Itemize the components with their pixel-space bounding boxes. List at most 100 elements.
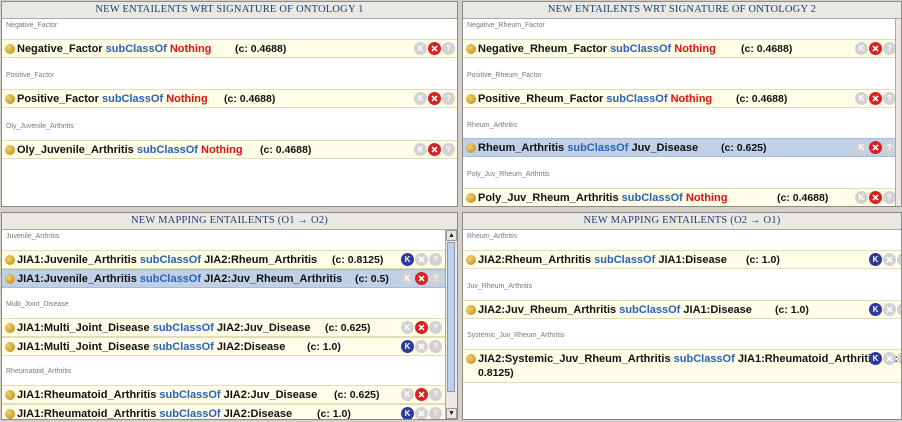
entailment-row[interactable]: JIA1:Rheumatoid_Arthritis subClassOf JIA… — [2, 385, 445, 404]
axiom-keyword: subClassOf — [152, 341, 214, 353]
help-icon[interactable]: ? — [429, 340, 442, 353]
axiom-text: JIA1:Juvenile_Arthritis subClassOf JIA2:… — [17, 254, 317, 266]
axiom-subject: JIA1:Juvenile_Arthritis — [17, 254, 137, 266]
reject-icon[interactable] — [415, 388, 428, 401]
help-icon[interactable]: ? — [897, 303, 901, 316]
vertical-scrollbar[interactable]: ▲ ▼ — [445, 230, 457, 419]
reject-icon[interactable] — [869, 92, 882, 105]
help-icon[interactable]: ? — [429, 388, 442, 401]
axiom-text: Poly_Juv_Rheum_Arthritis subClassOf Noth… — [478, 192, 727, 204]
entailment-row[interactable]: Positive_Factor subClassOf Nothing (c: 0.… — [2, 89, 457, 108]
keep-icon[interactable]: K — [401, 321, 414, 334]
section-label: Rheum_Arthritis — [467, 233, 518, 240]
axiom-text: JIA1:Rheumatoid_Arthritis subClassOf JIA… — [17, 408, 292, 419]
keep-icon[interactable]: K — [401, 388, 414, 401]
vertical-scrollbar[interactable] — [895, 19, 901, 206]
entailment-row[interactable]: Rheum_Arthritis subClassOf Juv_Disease (c… — [463, 138, 895, 157]
reject-icon[interactable] — [883, 253, 896, 266]
reject-icon[interactable] — [883, 352, 896, 365]
entailment-row[interactable]: Negative_Factor subClassOf Nothing (c: 0.… — [2, 39, 457, 58]
help-icon[interactable]: ? — [429, 272, 442, 285]
keep-icon[interactable]: K — [869, 352, 882, 365]
reject-icon[interactable] — [428, 92, 441, 105]
reject-icon[interactable] — [869, 141, 882, 154]
entailment-row[interactable]: JIA1:Multi_Joint_Disease subClassOf JIA2… — [2, 318, 445, 337]
mapping-o1-o2-panel: NEW MAPPING ENTAILENTS (O1 → O2) Juvenil… — [1, 212, 458, 420]
reject-icon[interactable] — [869, 191, 882, 204]
reject-icon[interactable] — [415, 321, 428, 334]
entailment-row[interactable]: JIA1:Rheumatoid_Arthritis subClassOf JIA… — [2, 404, 445, 419]
help-icon[interactable]: ? — [897, 253, 901, 266]
scroll-up-button[interactable]: ▲ — [446, 230, 457, 241]
axiom-keyword: subClassOf — [567, 142, 629, 154]
axiom-keyword: subClassOf — [105, 43, 167, 55]
help-icon[interactable]: ? — [442, 42, 455, 55]
entailment-row[interactable]: Poly_Juv_Rheum_Arthritis subClassOf Noth… — [463, 188, 895, 206]
confidence-value: (c: 0.625) — [325, 322, 371, 334]
keep-icon[interactable]: K — [414, 42, 427, 55]
reject-icon[interactable] — [415, 407, 428, 419]
keep-icon[interactable]: K — [869, 253, 882, 266]
entailment-row[interactable]: JIA2:Rheum_Arthritis subClassOf JIA1:Dis… — [463, 250, 901, 269]
axiom-text: JIA2:Rheum_Arthritis subClassOf JIA1:Dis… — [478, 254, 727, 266]
keep-icon[interactable]: K — [869, 303, 882, 316]
keep-icon[interactable]: K — [855, 92, 868, 105]
keep-icon[interactable]: K — [401, 340, 414, 353]
keep-icon[interactable]: K — [401, 253, 414, 266]
axiom-subject: JIA2:Rheum_Arthritis — [478, 254, 592, 266]
keep-icon[interactable]: K — [401, 407, 414, 419]
axiom-subject: Negative_Rheum_Factor — [478, 43, 607, 55]
axiom-subject: Rheum_Arthritis — [478, 142, 565, 154]
help-icon[interactable]: ? — [442, 92, 455, 105]
help-icon[interactable]: ? — [442, 143, 455, 156]
reject-icon[interactable] — [869, 42, 882, 55]
keep-icon[interactable]: K — [855, 191, 868, 204]
help-icon[interactable]: ? — [429, 407, 442, 419]
axiom-object: JIA2:Juv_Disease — [216, 322, 311, 334]
section-label: Oly_Juvenile_Arthritis — [6, 123, 74, 130]
axiom-object: JIA2:Disease — [223, 408, 293, 419]
axiom-keyword: subClassOf — [152, 322, 214, 334]
help-icon[interactable]: ? — [883, 191, 895, 204]
axiom-object: JIA2:Rheum_Arthritis — [204, 254, 318, 266]
axiom-object: JIA1:Disease — [683, 304, 752, 316]
help-icon[interactable]: ? — [883, 141, 895, 154]
section-label: Positive_Factor — [6, 72, 55, 79]
entailment-list: Rheum_Arthritis JIA2:Rheum_Arthritis sub… — [463, 230, 901, 419]
reject-icon[interactable] — [428, 143, 441, 156]
entailment-row[interactable]: JIA1:Juvenile_Arthritis subClassOf JIA2:… — [2, 250, 445, 269]
axiom-subject: JIA1:Multi_Joint_Disease — [17, 322, 150, 334]
axiom-keyword: subClassOf — [159, 389, 221, 401]
entailment-row[interactable]: Positive_Rheum_Factor subClassOf Nothing… — [463, 89, 895, 108]
keep-icon[interactable]: K — [414, 92, 427, 105]
reject-icon[interactable] — [415, 340, 428, 353]
entailment-row[interactable]: JIA1:Multi_Joint_Disease subClassOf JIA2… — [2, 337, 445, 356]
reject-icon[interactable] — [415, 272, 428, 285]
status-dot-icon — [5, 323, 15, 333]
axiom-keyword: subClassOf — [101, 93, 164, 105]
scroll-down-button[interactable]: ▼ — [446, 408, 457, 419]
confidence-value: (c: 0.4688) — [741, 43, 793, 55]
entailment-row[interactable]: JIA1:Juvenile_Arthritis subClassOf JIA2:… — [2, 269, 445, 288]
help-icon[interactable]: ? — [883, 92, 895, 105]
entailment-row[interactable]: JIA2:Systemic_Juv_Rheum_Arthritis subCla… — [463, 349, 901, 383]
axiom-keyword: subClassOf — [594, 254, 656, 266]
keep-icon[interactable]: K — [414, 143, 427, 156]
confidence-value: (c: 1.0) — [307, 341, 341, 353]
axiom-text: JIA2:Juv_Rheum_Arthritis subClassOf JIA1… — [478, 304, 752, 316]
entailment-row[interactable]: Negative_Rheum_Factor subClassOf Nothing… — [463, 39, 895, 58]
entailment-row[interactable]: Oly_Juvenile_Arthritis subClassOf Nothin… — [2, 140, 457, 159]
reject-icon[interactable] — [415, 253, 428, 266]
scroll-thumb[interactable] — [447, 242, 455, 392]
entailment-row[interactable]: JIA2:Juv_Rheum_Arthritis subClassOf JIA1… — [463, 300, 901, 319]
axiom-object: Nothing — [674, 43, 716, 55]
help-icon[interactable]: ? — [883, 42, 895, 55]
keep-icon[interactable]: K — [401, 272, 414, 285]
help-icon[interactable]: ? — [429, 321, 442, 334]
confidence-value: (c: 0.4688) — [224, 93, 276, 105]
keep-icon[interactable]: K — [855, 141, 868, 154]
help-icon[interactable]: ? — [429, 253, 442, 266]
keep-icon[interactable]: K — [855, 42, 868, 55]
reject-icon[interactable] — [428, 42, 441, 55]
reject-icon[interactable] — [883, 303, 896, 316]
